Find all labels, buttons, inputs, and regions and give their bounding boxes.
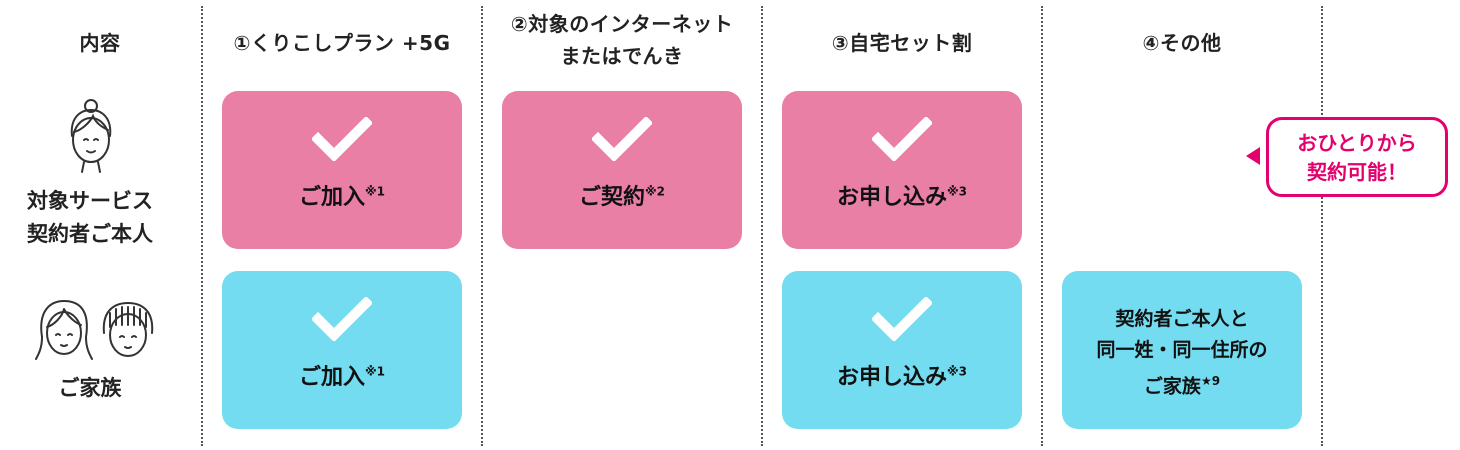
card-self-homeset: お申し込み※3 <box>782 91 1022 249</box>
card-family-homeset: お申し込み※3 <box>782 271 1022 429</box>
column-divider <box>201 6 203 446</box>
card-family-other-line3-text: ご家族 <box>1143 375 1201 398</box>
card-self-internet-label: ご契約※2 <box>579 179 665 211</box>
header-col1-label: ①くりこしプラン +5G <box>233 31 451 55</box>
callout-bubble: おひとりから 契約可能！ <box>1266 117 1448 197</box>
card-footnote: ※3 <box>947 184 968 199</box>
header-col3: ③自宅セット割 <box>762 27 1042 59</box>
card-footnote: ※1 <box>365 364 386 379</box>
row-label-family: ご家族 <box>0 372 190 405</box>
column-divider <box>1321 6 1323 446</box>
card-self-internet: ご契約※2 <box>502 91 742 249</box>
card-label-text: お申し込み <box>836 185 947 210</box>
card-self-homeset-label: お申し込み※3 <box>837 179 967 211</box>
header-col3-label: ③自宅セット割 <box>831 31 973 55</box>
check-icon <box>872 297 932 341</box>
header-col4-label: ④その他 <box>1142 31 1222 55</box>
card-family-other-line3: ご家族★9 <box>1096 366 1267 402</box>
card-family-plan: ご加入※1 <box>222 271 462 429</box>
card-label-text: ご契約 <box>578 185 645 210</box>
callout-line1: おひとりから <box>1297 131 1417 155</box>
card-label-text: ご加入 <box>298 185 365 210</box>
callout-tail <box>1246 147 1260 165</box>
column-divider <box>761 6 763 446</box>
row-label-self-line1: 対象サービス <box>27 189 153 213</box>
check-icon <box>312 297 372 341</box>
card-label-text: ご加入 <box>298 365 365 390</box>
header-content-label: 内容 <box>79 31 121 55</box>
card-footnote: ※2 <box>645 184 666 199</box>
card-family-homeset-label: お申し込み※3 <box>837 359 967 391</box>
header-col1: ①くりこしプラン +5G <box>202 27 482 59</box>
card-family-other-text: 契約者ご本人と 同一姓・同一住所の ご家族★9 <box>1096 304 1267 402</box>
row-label-self: 対象サービス 契約者ご本人 <box>0 185 190 251</box>
card-footnote: ※1 <box>365 184 386 199</box>
header-col4: ④その他 <box>1042 27 1322 59</box>
card-label-text: お申し込み <box>836 365 947 390</box>
row-label-self-line2: 契約者ご本人 <box>27 222 153 246</box>
row-label-family-text: ご家族 <box>58 376 122 400</box>
check-icon <box>872 117 932 161</box>
card-footnote: ※3 <box>947 364 968 379</box>
check-icon <box>312 117 372 161</box>
card-self-plan-label: ご加入※1 <box>299 179 385 211</box>
check-icon <box>592 117 652 161</box>
card-family-other-line1: 契約者ご本人と <box>1115 307 1249 330</box>
card-family-other: 契約者ご本人と 同一姓・同一住所の ご家族★9 <box>1062 271 1302 429</box>
column-divider <box>481 6 483 446</box>
family-avatars-icon <box>35 299 154 360</box>
card-family-plan-label: ご加入※1 <box>299 359 385 391</box>
header-col2: ②対象のインターネット またはでんき <box>482 8 762 72</box>
woman-avatar-icon <box>70 99 112 173</box>
card-footnote: ★9 <box>1200 373 1221 388</box>
header-col2-line1: ②対象のインターネット <box>510 12 734 36</box>
column-divider <box>1041 6 1043 446</box>
callout-line2: 契約可能！ <box>1307 160 1407 184</box>
card-family-other-line2: 同一姓・同一住所の <box>1096 338 1268 361</box>
card-self-plan: ご加入※1 <box>222 91 462 249</box>
header-col2-line2: またはでんき <box>560 44 684 68</box>
